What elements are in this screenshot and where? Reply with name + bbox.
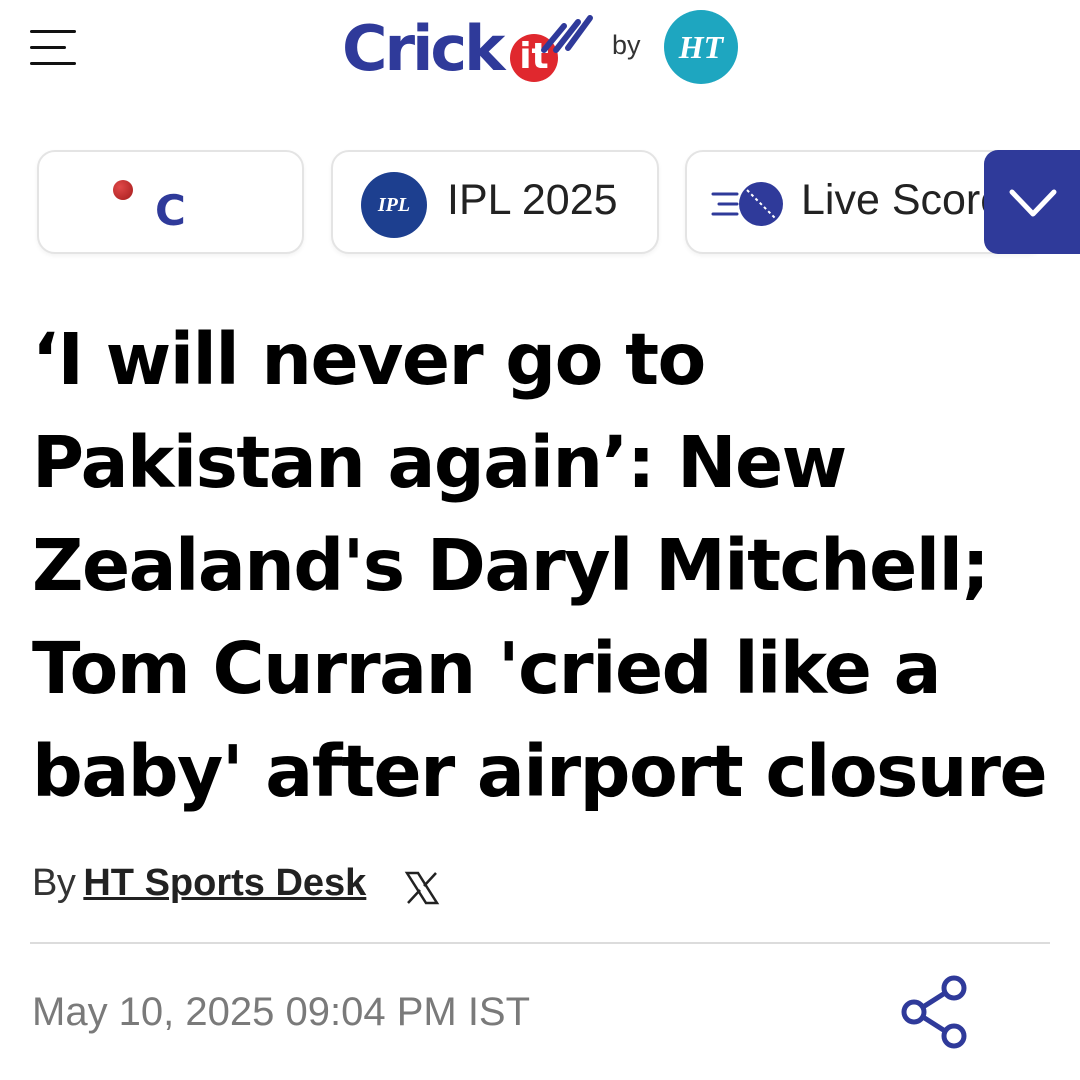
live-cricket-ball-icon	[711, 182, 783, 226]
logo-streaks-icon	[541, 15, 593, 53]
ipl-logo-icon: IPL	[361, 172, 427, 238]
chip-cricket[interactable]: C	[37, 150, 304, 254]
hamburger-menu-icon[interactable]	[30, 30, 78, 66]
author-link[interactable]: HT Sports Desk	[83, 862, 366, 904]
x-twitter-icon[interactable]	[404, 870, 440, 906]
byline-prefix: By	[32, 862, 76, 904]
chip-ipl-2025[interactable]: IPL IPL 2025	[331, 150, 659, 254]
chip-label: IPL 2025	[447, 176, 618, 224]
cricket-ball-icon	[113, 180, 133, 200]
ht-logo[interactable]: HT	[664, 10, 738, 84]
article-headline: ‘I will never go to Pakistan again’: New…	[32, 318, 1048, 813]
top-header: Crick it by HT	[0, 0, 1080, 110]
chevron-down-icon	[1009, 189, 1057, 217]
chip-label: Live Score	[801, 176, 1005, 224]
chip-label: C	[155, 186, 186, 235]
divider	[30, 942, 1050, 944]
chips-dropdown-button[interactable]	[984, 150, 1080, 254]
share-icon[interactable]	[898, 974, 970, 1050]
byline: By HT Sports Desk	[32, 862, 366, 905]
by-label: by	[612, 30, 641, 60]
logo-text: Crick	[342, 12, 505, 85]
nav-chips: C IPL IPL 2025 Live Score	[0, 145, 1080, 265]
publish-timestamp: May 10, 2025 09:04 PM IST	[32, 990, 531, 1034]
